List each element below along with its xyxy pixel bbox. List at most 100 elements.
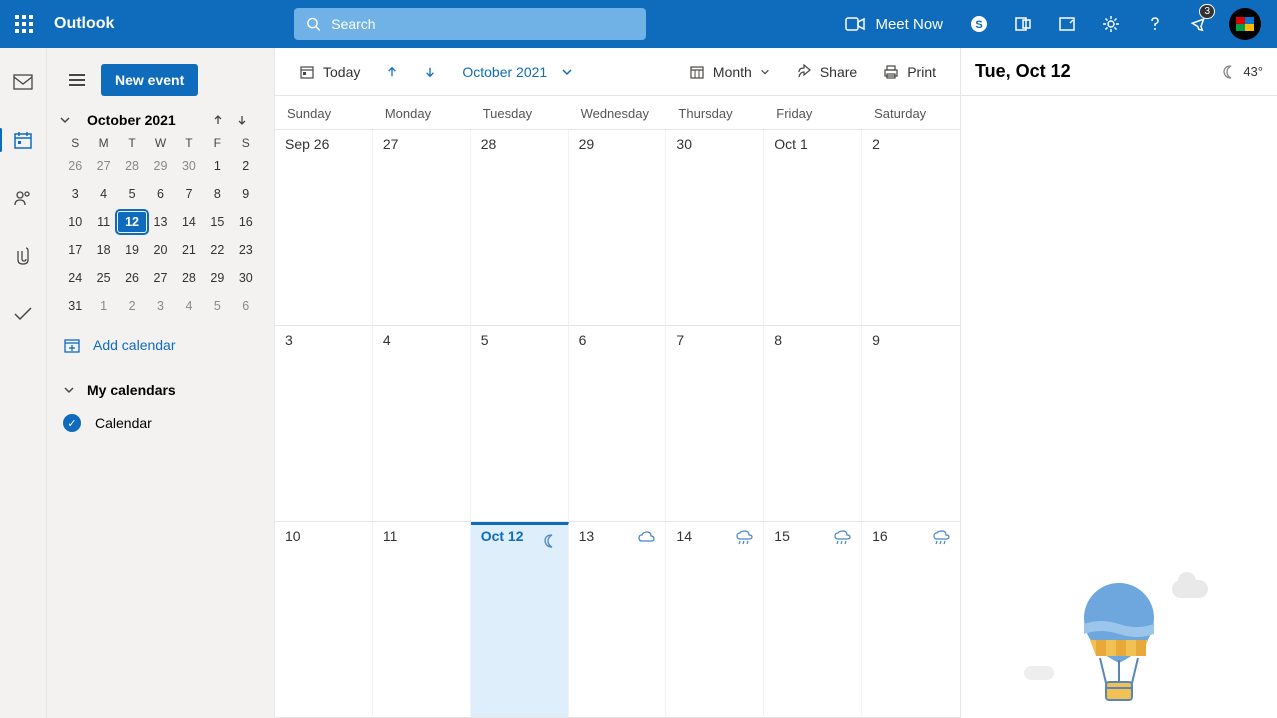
mini-collapse-button[interactable]: [59, 114, 81, 126]
mini-day-cell[interactable]: 29: [146, 156, 174, 176]
mail-icon[interactable]: [5, 64, 41, 100]
calendar-day-cell[interactable]: 13: [569, 522, 667, 718]
mini-day-cell[interactable]: 27: [146, 268, 174, 288]
mini-day-cell[interactable]: 19: [118, 240, 146, 260]
search-box[interactable]: [294, 8, 646, 40]
mini-day-cell[interactable]: 18: [89, 240, 117, 260]
calendar-day-cell[interactable]: Oct 12: [471, 522, 569, 718]
mini-day-cell[interactable]: 3: [146, 296, 174, 316]
mini-day-cell[interactable]: 5: [118, 184, 146, 204]
notification-badge: 3: [1199, 4, 1215, 19]
calendar-day-cell[interactable]: Oct 1: [764, 130, 862, 326]
mini-day-cell[interactable]: 30: [175, 156, 203, 176]
mini-day-cell[interactable]: 16: [232, 212, 260, 232]
mini-prev-button[interactable]: [212, 114, 236, 126]
help-icon[interactable]: [1133, 0, 1177, 48]
calendar-icon[interactable]: [5, 122, 41, 158]
mini-day-cell[interactable]: 2: [118, 296, 146, 316]
mini-day-cell[interactable]: 24: [61, 268, 89, 288]
mini-day-cell[interactable]: 28: [175, 268, 203, 288]
mini-day-cell[interactable]: 8: [203, 184, 231, 204]
calendar-list-item[interactable]: ✓ Calendar: [57, 406, 264, 440]
calendar-day-cell[interactable]: 15: [764, 522, 862, 718]
day-number: 8: [774, 332, 782, 348]
mini-day-cell[interactable]: 25: [89, 268, 117, 288]
mini-day-cell[interactable]: 23: [232, 240, 260, 260]
app-launcher-button[interactable]: [8, 8, 40, 40]
meet-now-button[interactable]: Meet Now: [831, 16, 957, 33]
mini-day-cell[interactable]: 6: [146, 184, 174, 204]
mini-day-cell[interactable]: 11: [89, 212, 117, 232]
calendar-day-cell[interactable]: 30: [666, 130, 764, 326]
mini-day-cell[interactable]: 29: [203, 268, 231, 288]
mini-day-cell[interactable]: 30: [232, 268, 260, 288]
account-avatar[interactable]: [1229, 8, 1261, 40]
mini-day-cell[interactable]: 14: [175, 212, 203, 232]
calendar-day-cell[interactable]: 29: [569, 130, 667, 326]
calendar-day-cell[interactable]: 3: [275, 326, 373, 522]
skype-icon[interactable]: S: [957, 0, 1001, 48]
mini-day-cell[interactable]: 15: [203, 212, 231, 232]
calendar-day-cell[interactable]: Sep 26: [275, 130, 373, 326]
mini-day-cell[interactable]: 3: [61, 184, 89, 204]
search-input[interactable]: [331, 16, 634, 32]
view-selector-button[interactable]: Month: [679, 56, 780, 88]
todo-icon[interactable]: [5, 296, 41, 332]
day-number: Oct 12: [481, 528, 524, 544]
mini-day-cell[interactable]: 27: [89, 156, 117, 176]
outlook-addon-icon[interactable]: [1045, 0, 1089, 48]
mini-day-cell[interactable]: 26: [118, 268, 146, 288]
print-button[interactable]: Print: [873, 56, 946, 88]
calendar-day-cell[interactable]: 2: [862, 130, 960, 326]
add-calendar-button[interactable]: Add calendar: [57, 320, 264, 360]
month-picker-button[interactable]: October 2021: [452, 56, 583, 88]
prev-period-button[interactable]: [376, 56, 408, 88]
calendar-day-cell[interactable]: 5: [471, 326, 569, 522]
calendar-day-cell[interactable]: 27: [373, 130, 471, 326]
mini-day-cell[interactable]: 10: [61, 212, 89, 232]
new-event-button[interactable]: New event: [101, 64, 198, 96]
settings-icon[interactable]: [1089, 0, 1133, 48]
calendar-today-icon: [299, 64, 315, 80]
meet-now-label: Meet Now: [875, 16, 943, 33]
mini-day-cell[interactable]: 22: [203, 240, 231, 260]
mini-day-cell[interactable]: 26: [61, 156, 89, 176]
calendar-day-cell[interactable]: 28: [471, 130, 569, 326]
mini-dow-cell: T: [175, 136, 203, 150]
mini-day-cell[interactable]: 6: [232, 296, 260, 316]
mini-day-cell[interactable]: 31: [61, 296, 89, 316]
mini-day-cell[interactable]: 13: [146, 212, 174, 232]
mini-day-cell[interactable]: 1: [203, 156, 231, 176]
hamburger-button[interactable]: [61, 64, 93, 96]
calendar-day-cell[interactable]: 8: [764, 326, 862, 522]
calendar-day-cell[interactable]: 9: [862, 326, 960, 522]
mini-day-cell[interactable]: 4: [89, 184, 117, 204]
calendar-day-cell[interactable]: 4: [373, 326, 471, 522]
mini-day-cell[interactable]: 2: [232, 156, 260, 176]
teams-icon[interactable]: [1001, 0, 1045, 48]
files-icon[interactable]: [5, 238, 41, 274]
mini-day-cell[interactable]: 28: [118, 156, 146, 176]
next-period-button[interactable]: [414, 56, 446, 88]
mini-day-cell[interactable]: 1: [89, 296, 117, 316]
notifications-icon[interactable]: 3: [1177, 0, 1221, 48]
mini-day-cell[interactable]: 4: [175, 296, 203, 316]
calendar-day-cell[interactable]: 10: [275, 522, 373, 718]
my-calendars-header[interactable]: My calendars: [57, 360, 264, 406]
mini-day-cell[interactable]: 20: [146, 240, 174, 260]
calendar-day-cell[interactable]: 7: [666, 326, 764, 522]
mini-day-cell[interactable]: 12: [118, 212, 146, 232]
mini-day-cell[interactable]: 17: [61, 240, 89, 260]
people-icon[interactable]: [5, 180, 41, 216]
share-button[interactable]: Share: [786, 56, 867, 88]
calendar-day-cell[interactable]: 11: [373, 522, 471, 718]
today-button[interactable]: Today: [289, 56, 370, 88]
mini-day-cell[interactable]: 9: [232, 184, 260, 204]
mini-day-cell[interactable]: 7: [175, 184, 203, 204]
mini-day-cell[interactable]: 5: [203, 296, 231, 316]
calendar-day-cell[interactable]: 16: [862, 522, 960, 718]
mini-day-cell[interactable]: 21: [175, 240, 203, 260]
mini-next-button[interactable]: [236, 114, 260, 126]
calendar-day-cell[interactable]: 6: [569, 326, 667, 522]
calendar-day-cell[interactable]: 14: [666, 522, 764, 718]
